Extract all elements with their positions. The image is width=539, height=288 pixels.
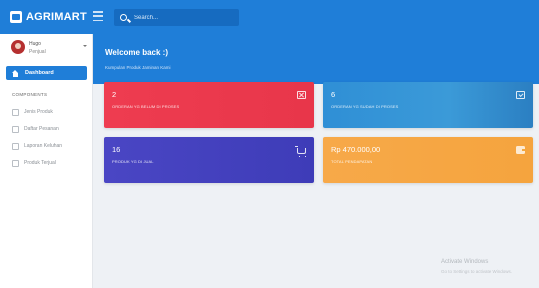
list-icon	[12, 125, 19, 133]
avatar	[11, 40, 25, 54]
sidebar-item-produk-terjual[interactable]: Produk Terjual	[12, 158, 88, 168]
close-box-icon	[297, 91, 306, 99]
page-title: Welcome back :)	[105, 48, 168, 57]
brand-logo-icon	[10, 11, 22, 23]
chevron-down-icon[interactable]	[83, 45, 87, 47]
stat-value: 16	[112, 145, 121, 154]
sidebar-item-label: Laporan Keluhan	[24, 143, 63, 149]
sidebar-item-label: Daftar Pesanan	[24, 126, 59, 132]
tag-icon	[12, 108, 19, 116]
stat-value: Rp 470.000,00	[331, 145, 381, 154]
sold-icon	[12, 159, 19, 167]
stat-label: ORDERAN YG SUDAH DI PROSES	[331, 104, 399, 109]
stat-value: 2	[112, 90, 117, 99]
cart-icon	[295, 146, 306, 157]
stat-card-unprocessed-orders[interactable]: 2 ORDERAN YG BELUM DI PROSES	[104, 82, 314, 128]
home-icon	[12, 69, 19, 77]
search-input[interactable]	[134, 14, 234, 21]
sidebar-item-label: Produk Terjual	[24, 160, 56, 166]
user-name: Hugo	[29, 41, 41, 47]
sidebar: Hugo Penjual Dashboard COMPONENTS Jenis …	[0, 34, 93, 288]
page-subtitle: Kumpulan Produk Jaminan Kami	[105, 65, 171, 70]
wallet-icon	[516, 146, 525, 154]
stat-card-total-revenue[interactable]: Rp 470.000,00 TOTAL PENDAPATAN	[323, 137, 533, 183]
sidebar-item-daftar-pesanan[interactable]: Daftar Pesanan	[12, 124, 88, 134]
brand[interactable]: AGRIMART	[0, 0, 93, 34]
report-icon	[12, 142, 19, 150]
stat-card-processed-orders[interactable]: 6 ORDERAN YG SUDAH DI PROSES	[323, 82, 533, 128]
brand-name: AGRIMART	[26, 11, 87, 23]
activation-watermark-title: Activate Windows	[441, 259, 489, 265]
sidebar-section-label: COMPONENTS	[12, 92, 48, 97]
user-panel[interactable]: Hugo Penjual	[11, 40, 87, 62]
stat-label: PRODUK YG DI JUAL	[112, 159, 154, 164]
check-box-icon	[516, 91, 525, 99]
activation-watermark-subtitle: Go to Settings to activate Windows.	[441, 269, 513, 274]
stat-label: ORDERAN YG BELUM DI PROSES	[112, 104, 180, 109]
search-bar[interactable]	[114, 9, 239, 26]
user-role: Penjual	[29, 49, 46, 55]
sidebar-item-jenis-produk[interactable]: Jenis Produk	[12, 107, 88, 117]
stat-value: 6	[331, 90, 336, 99]
menu-toggle-icon[interactable]	[93, 11, 103, 21]
sidebar-item-laporan-keluhan[interactable]: Laporan Keluhan	[12, 141, 88, 151]
welcome-banner: Welcome back :) Kumpulan Produk Jaminan …	[93, 34, 539, 84]
top-navbar: AGRIMART	[0, 0, 539, 34]
search-icon[interactable]	[120, 14, 127, 21]
stat-card-products-sold[interactable]: 16 PRODUK YG DI JUAL	[104, 137, 314, 183]
sidebar-item-label: Jenis Produk	[24, 109, 53, 115]
sidebar-item-dashboard[interactable]: Dashboard	[6, 66, 87, 80]
sidebar-item-label: Dashboard	[25, 70, 54, 76]
stat-label: TOTAL PENDAPATAN	[331, 159, 373, 164]
